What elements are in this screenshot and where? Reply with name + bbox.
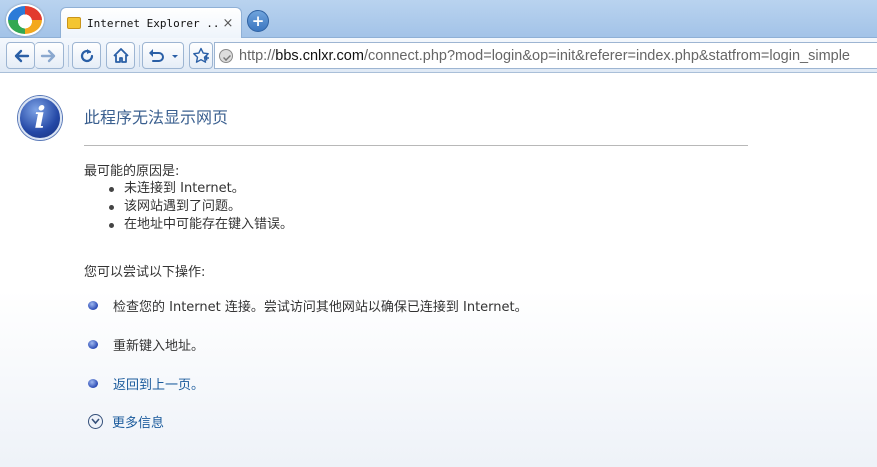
close-tab-icon[interactable]: × [221, 16, 235, 31]
refresh-icon [80, 48, 93, 62]
home-icon [112, 47, 129, 63]
chevron-down-icon [91, 418, 100, 425]
causes-heading: 最可能的原因是: [84, 164, 180, 179]
tries-heading: 您可以尝试以下操作: [84, 265, 206, 280]
tab-active[interactable]: Internet Explorer ... × [60, 7, 242, 38]
url-path: /connect.php?mod=login&op=init&referer=i… [363, 47, 850, 64]
list-item: 在地址中可能存在键入错误。 [108, 216, 293, 234]
undo-button[interactable] [142, 42, 184, 69]
url-host: bbs.cnlxr.com [275, 47, 364, 64]
go-back-link[interactable]: 返回到上一页。 [113, 374, 204, 393]
back-icon [14, 49, 29, 62]
favicon-icon [67, 17, 81, 29]
tab-title: Internet Explorer ... [87, 16, 221, 30]
refresh-button[interactable] [72, 42, 101, 69]
list-item: 该网站遇到了问题。 [108, 198, 293, 216]
tab-bar: Internet Explorer ... × + [0, 0, 877, 38]
action-go-back[interactable]: 返回到上一页。 [88, 374, 204, 393]
list-item: 未连接到 Internet。 [108, 180, 293, 198]
forward-button[interactable] [35, 42, 64, 69]
action-check-connection: 检查您的 Internet 连接。尝试访问其他网站以确保已连接到 Interne… [88, 296, 528, 315]
toolbar-separator [68, 45, 69, 67]
home-button[interactable] [106, 42, 135, 69]
expand-icon[interactable] [88, 414, 103, 429]
more-info-link[interactable]: 更多信息 [112, 412, 164, 431]
url-text[interactable]: http://bbs.cnlxr.com/connect.php?mod=log… [239, 48, 850, 64]
more-info-toggle[interactable]: 更多信息 [88, 412, 164, 431]
forward-icon [40, 49, 56, 62]
bullet-icon [88, 340, 98, 349]
error-page: i 此程序无法显示网页 最可能的原因是: 未连接到 Internet。 该网站遇… [0, 74, 877, 467]
site-info-icon[interactable] [219, 48, 233, 63]
favorites-icon [193, 47, 209, 63]
action-text: 检查您的 Internet 连接。尝试访问其他网站以确保已连接到 Interne… [113, 300, 528, 315]
new-tab-button[interactable]: + [247, 10, 269, 32]
undo-icon [149, 48, 178, 62]
toolbar-separator [139, 45, 140, 67]
app-logo-icon[interactable] [6, 4, 44, 36]
nav-toolbar: http://bbs.cnlxr.com/connect.php?mod=log… [0, 38, 877, 73]
divider [84, 145, 748, 146]
url-scheme: http:// [239, 47, 276, 64]
bullet-icon [88, 379, 98, 388]
causes-list: 未连接到 Internet。 该网站遇到了问题。 在地址中可能存在键入错误。 [108, 180, 293, 234]
address-bar[interactable]: http://bbs.cnlxr.com/connect.php?mod=log… [214, 42, 877, 69]
action-retype-address: 重新键入地址。 [88, 335, 204, 354]
info-icon: i [18, 96, 62, 140]
favorites-button[interactable] [189, 42, 213, 69]
action-text: 重新键入地址。 [113, 339, 205, 354]
bullet-icon [88, 301, 98, 310]
back-button[interactable] [6, 42, 35, 69]
page-title: 此程序无法显示网页 [84, 108, 229, 127]
